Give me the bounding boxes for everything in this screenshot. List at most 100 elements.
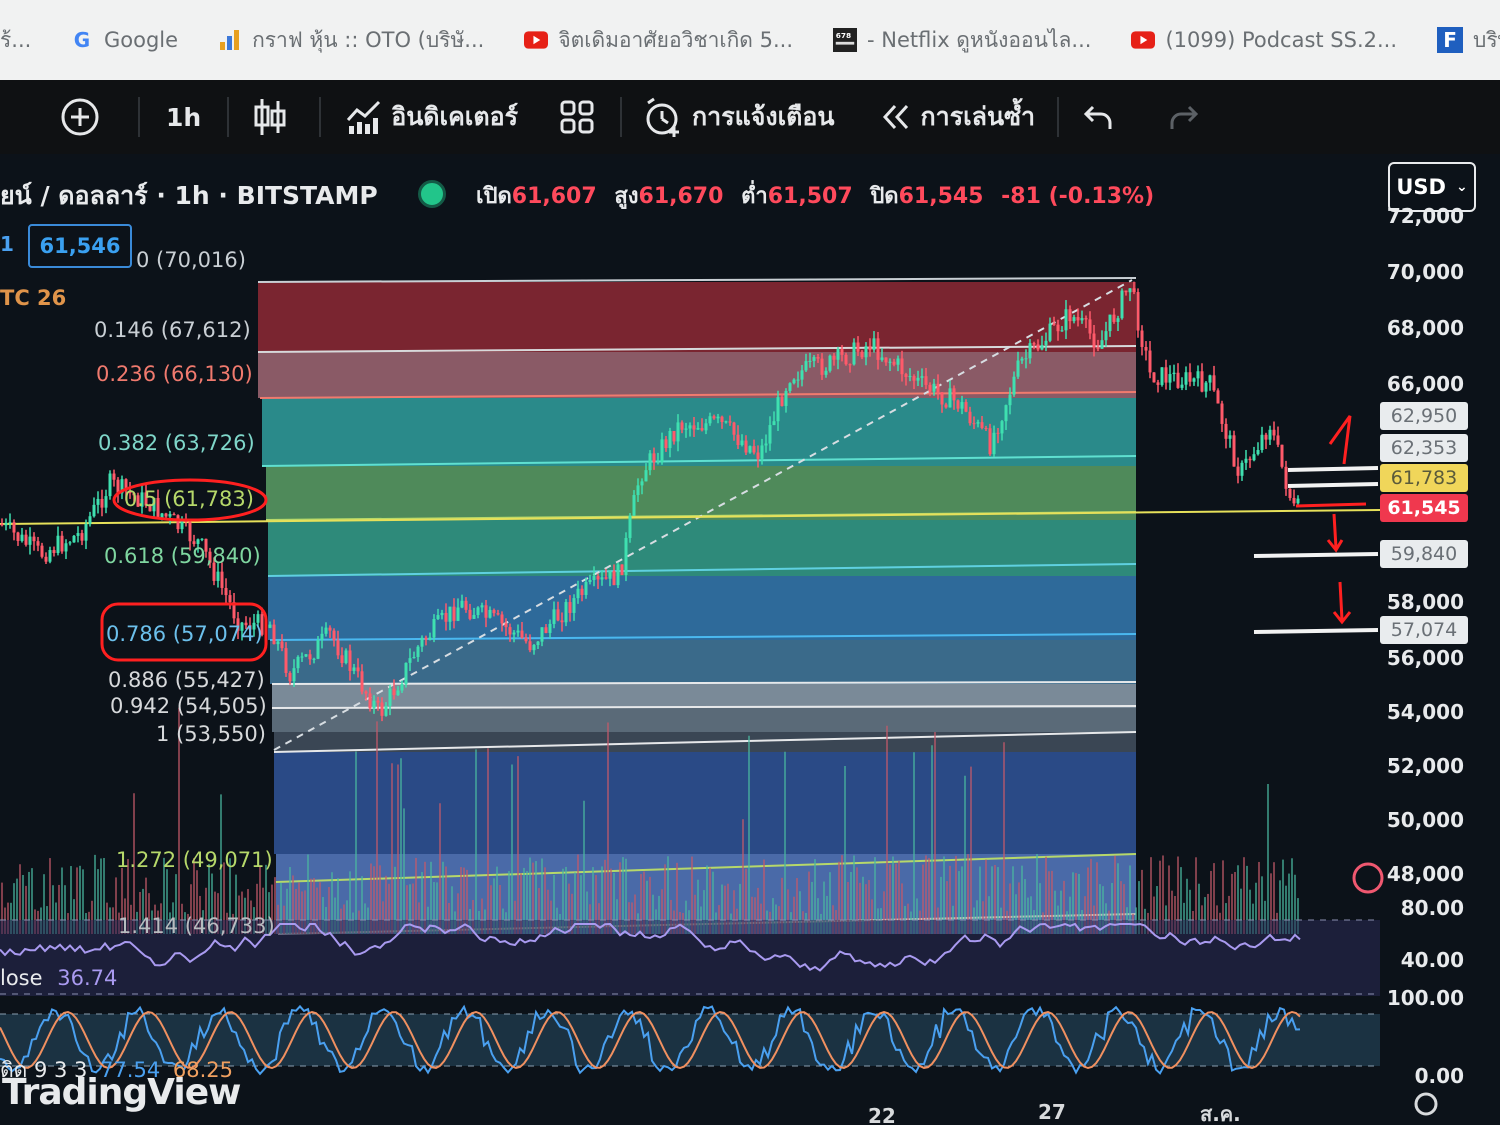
- alerts-button[interactable]: การแจ้งเตือน: [622, 80, 856, 154]
- candle-body: [24, 534, 28, 545]
- candle-body: [628, 515, 632, 538]
- bookmark-netflix[interactable]: 678 - Netflix ดูหนังออนไล...: [813, 0, 1111, 80]
- close-label: ปิด: [870, 184, 899, 209]
- candle-body: [1132, 288, 1136, 293]
- close-value: 61,545: [898, 184, 984, 209]
- candle-body: [304, 654, 308, 657]
- bookmark-broker[interactable]: F บริษัทหลักทรั: [1417, 0, 1500, 80]
- candle-body: [1028, 343, 1032, 359]
- candle-body: [220, 571, 224, 588]
- undo-button[interactable]: [1059, 80, 1145, 154]
- price-axis-label: 72,000: [1386, 204, 1464, 228]
- candle-body: [92, 504, 96, 517]
- price-input-value: 61,546: [39, 234, 121, 258]
- candle-body: [1264, 434, 1268, 440]
- candle-body: [1148, 350, 1152, 373]
- candle-body: [552, 609, 556, 624]
- chart-panel[interactable]: ยน์ / ดอลลาร์ · 1h · BITSTAMP เปิด61,607…: [0, 154, 1500, 1125]
- price-input-box[interactable]: 61,546: [28, 224, 132, 268]
- indicators-button[interactable]: อินดิเคเตอร์: [321, 80, 542, 154]
- youtube-icon: [1131, 28, 1156, 52]
- candle-body: [476, 607, 480, 615]
- candle-body: [828, 355, 832, 371]
- candle-body: [384, 705, 388, 716]
- candle-body: [412, 657, 416, 659]
- candle-body: [972, 423, 976, 425]
- candle-body: [1208, 375, 1212, 383]
- candle-body: [760, 445, 764, 459]
- bookmark-oto[interactable]: กราฟ หุ้น :: OTO (บริษั...: [198, 0, 504, 80]
- candle-body: [1052, 323, 1056, 325]
- price-tag-current: 61,545: [1380, 494, 1468, 522]
- price-tag-62950: 62,950: [1380, 402, 1468, 430]
- candle-body: [300, 656, 304, 658]
- candle-body: [108, 473, 112, 497]
- candle-body: [1276, 435, 1280, 445]
- bookmark-youtube-2[interactable]: (1099) Podcast SS.2...: [1111, 0, 1417, 80]
- candle-body: [1108, 314, 1112, 332]
- fib-label-942: 0.942 (54,505): [110, 694, 267, 718]
- candle-body: [216, 571, 220, 581]
- candle-body: [456, 607, 460, 621]
- high-label: สูง: [614, 184, 639, 209]
- candle-body: [1188, 372, 1192, 382]
- price-tag-61783: 61,783: [1380, 464, 1468, 492]
- rsi-legend: lose 36.74: [0, 966, 117, 990]
- candle-body: [864, 346, 868, 358]
- candle-body: [1100, 340, 1104, 349]
- candle-body: [176, 515, 180, 530]
- candle-body: [60, 535, 64, 552]
- candle-body: [8, 522, 12, 524]
- candle-body: [1060, 330, 1064, 332]
- interval-button[interactable]: 1h: [140, 80, 227, 154]
- candle-body: [1292, 497, 1296, 504]
- chart-type-button[interactable]: [229, 80, 319, 154]
- bookmark-label: จิตเดิมอาศัยอวิชาเกิด 5...: [558, 27, 794, 52]
- candle-body: [460, 600, 464, 608]
- bookmark-truncated[interactable]: ร้...: [0, 0, 50, 80]
- candle-body: [608, 570, 612, 579]
- candle-body: [1260, 434, 1264, 451]
- time-axis-label: 27: [1038, 1100, 1066, 1124]
- replay-button[interactable]: การเล่นซ้ำ: [857, 80, 1058, 154]
- candle-body: [700, 428, 704, 431]
- google-icon: G: [73, 28, 91, 52]
- magnet-icon[interactable]: [1352, 862, 1384, 894]
- candle-body: [1268, 429, 1272, 440]
- fib-label-0: 0 (70,016): [136, 248, 246, 272]
- add-symbol-button[interactable]: [20, 80, 138, 154]
- candle-body: [1168, 374, 1172, 383]
- candle-body: [1140, 330, 1144, 347]
- row1-prefix: 1: [0, 232, 14, 256]
- candle-body: [4, 522, 8, 526]
- fib-zone-6: [270, 640, 1136, 684]
- candle-body: [12, 522, 16, 533]
- bookmark-google[interactable]: G Google: [50, 0, 198, 80]
- candle-body: [1024, 358, 1028, 360]
- annotation-arrow-up: [1328, 415, 1352, 465]
- candle-body: [308, 654, 312, 660]
- bar-chart-icon: [218, 28, 242, 52]
- layout-button[interactable]: [542, 80, 620, 154]
- candle-body: [804, 361, 808, 371]
- candle-body: [884, 357, 888, 363]
- candle-body: [568, 602, 572, 613]
- candle-body: [348, 650, 352, 671]
- fib-label-1414: 1.414 (46,733): [118, 914, 275, 938]
- redo-button[interactable]: [1145, 80, 1231, 154]
- fib-zone-3: [266, 466, 1136, 520]
- candle-body: [48, 550, 52, 562]
- svg-text:678: 678: [836, 31, 851, 40]
- candle-body: [504, 623, 508, 628]
- candle-body: [772, 421, 776, 426]
- status-dot-icon: [418, 180, 446, 208]
- indicators-label: อินดิเคเตอร์: [391, 102, 519, 131]
- candle-body: [32, 536, 36, 542]
- bookmark-youtube-1[interactable]: จิตเดิมอาศัยอวิชาเกิด 5...: [504, 0, 813, 80]
- settings-icon[interactable]: [1414, 1092, 1438, 1116]
- fib-label-500: 0.5 (61,783): [124, 487, 254, 511]
- candle-body: [164, 513, 168, 517]
- candle-body: [792, 379, 796, 384]
- annotation-arrow-down-2: [1332, 581, 1352, 625]
- candle-body: [756, 452, 760, 459]
